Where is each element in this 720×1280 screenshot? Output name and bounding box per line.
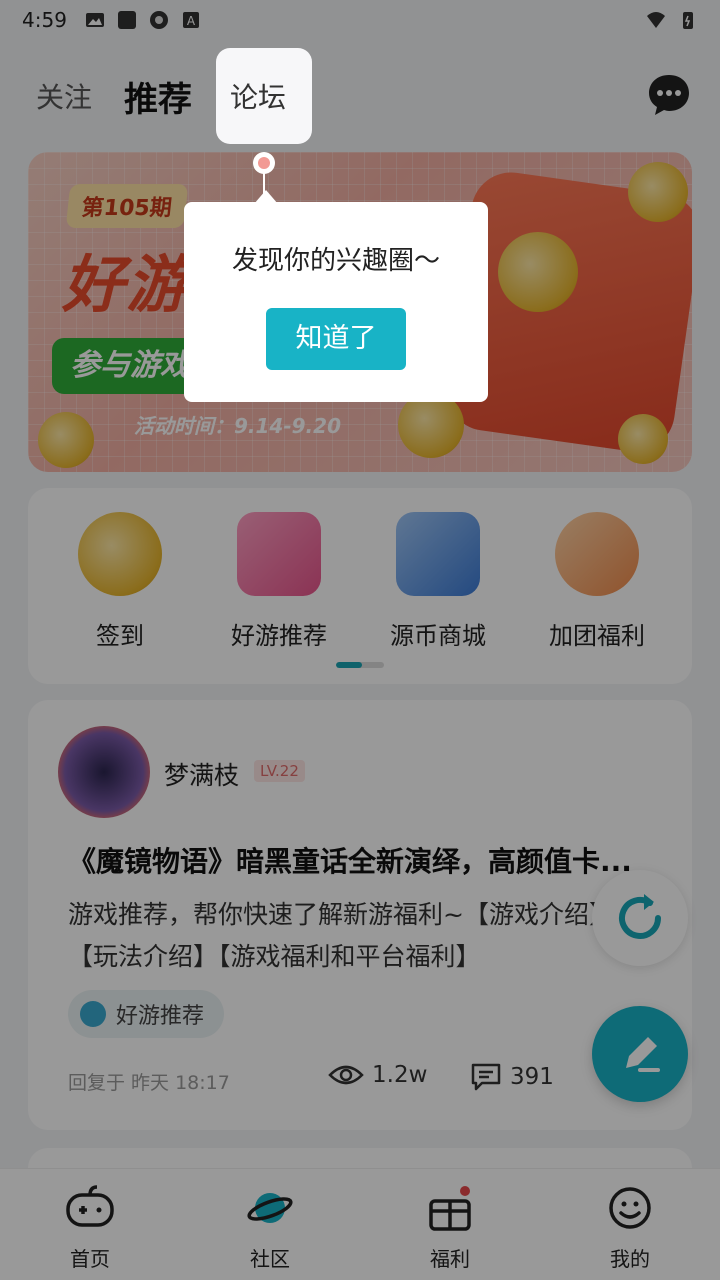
got-it-button[interactable]: 知道了 [266,308,406,370]
guide-pointer-dot [253,152,275,174]
spotlight-forum-label: 论坛 [230,81,287,114]
tab-forum-spotlight[interactable]: 论坛 [216,48,312,144]
guide-message: 发现你的兴趣圈～ [231,246,440,276]
guide-popup: 发现你的兴趣圈～ 知道了 [184,202,488,402]
guide-overlay[interactable] [0,0,720,1280]
